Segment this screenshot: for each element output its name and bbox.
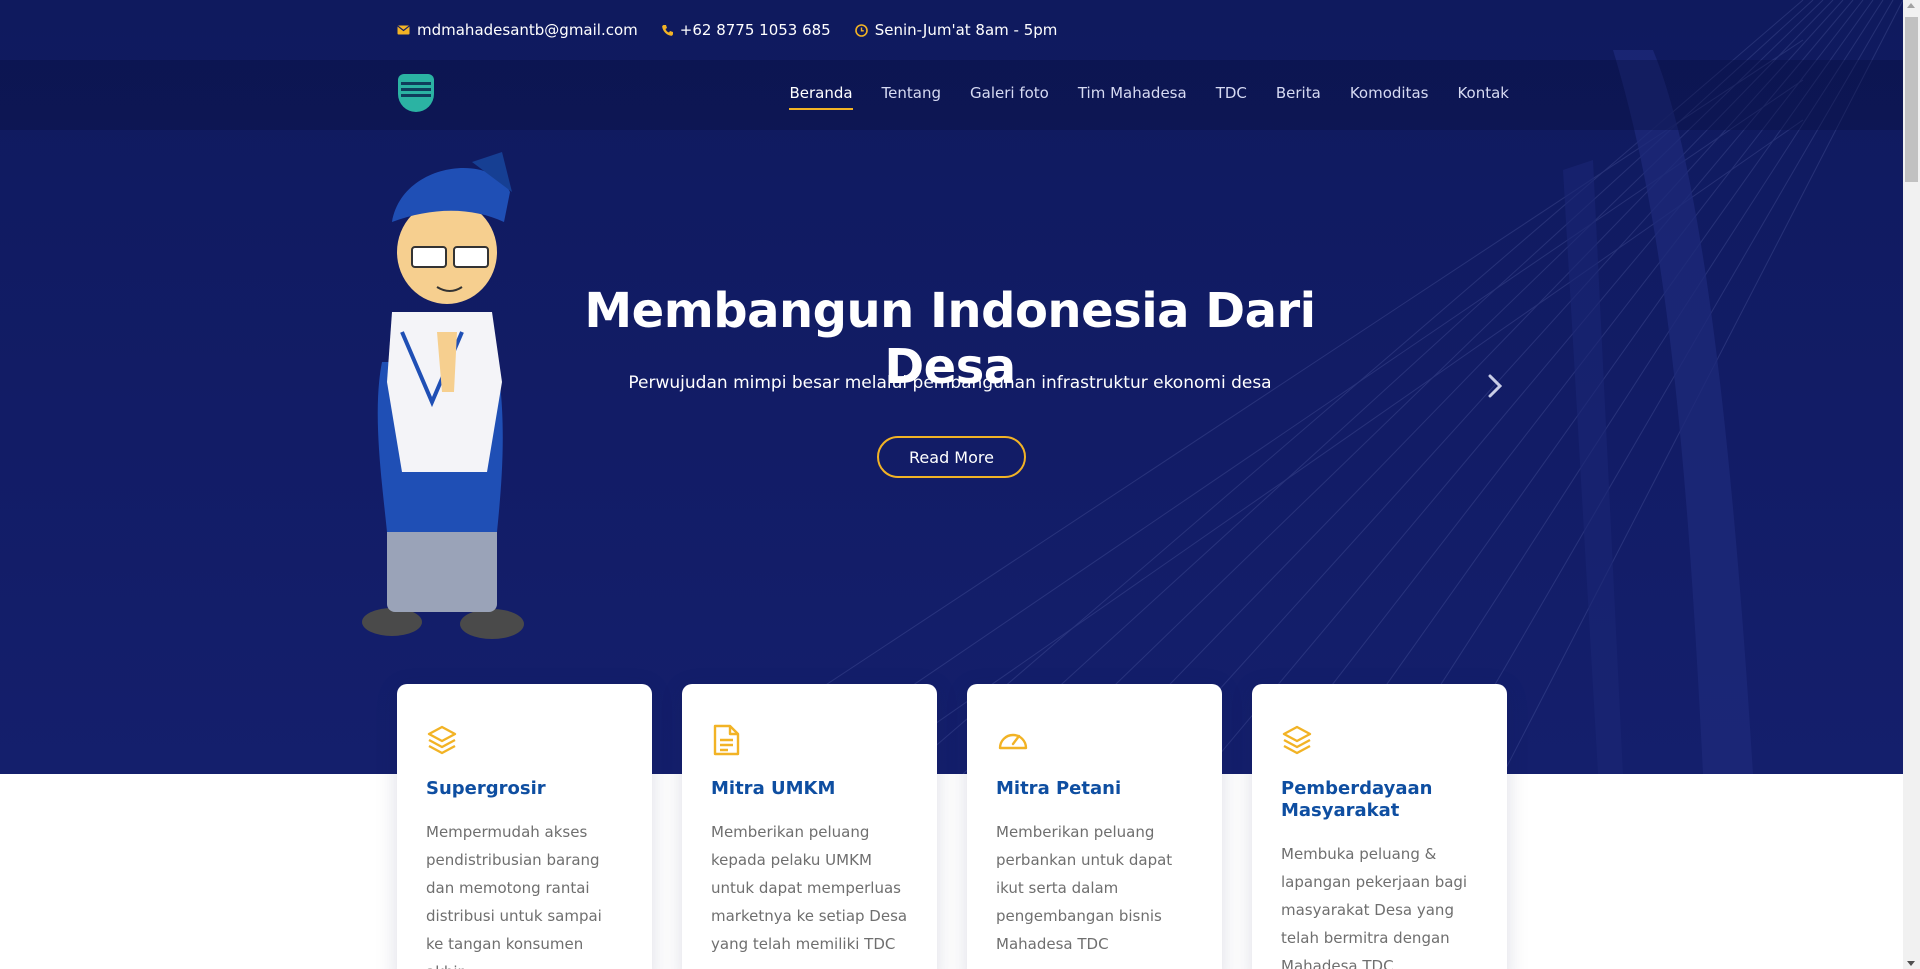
main-navbar: Beranda Tentang Galeri foto Tim Mahadesa… bbox=[0, 60, 1903, 130]
contact-email-text: mdmahadesantb@gmail.com bbox=[417, 21, 638, 39]
chevron-right-icon bbox=[1488, 374, 1502, 398]
contact-phone[interactable]: +62 8775 1053 685 bbox=[661, 21, 831, 39]
phone-icon bbox=[661, 24, 673, 36]
scroll-down-arrow-icon[interactable] bbox=[1907, 961, 1915, 966]
scroll-thumb[interactable] bbox=[1905, 17, 1918, 182]
logo-stripe bbox=[401, 94, 431, 97]
nav-item-komoditas[interactable]: Komoditas bbox=[1350, 84, 1429, 110]
carousel-next-button[interactable] bbox=[1480, 368, 1510, 404]
document-icon bbox=[711, 724, 908, 760]
feature-card-mitra-umkm[interactable]: Mitra UMKM Memberikan peluang kepada pel… bbox=[682, 684, 937, 969]
page-scrollbar[interactable] bbox=[1903, 0, 1920, 969]
nav-item-galeri-foto[interactable]: Galeri foto bbox=[970, 84, 1049, 110]
bridge-pylon-graphic bbox=[1563, 50, 1753, 774]
clock-icon bbox=[854, 23, 868, 37]
nav-item-berita[interactable]: Berita bbox=[1276, 84, 1321, 110]
nav-item-beranda[interactable]: Beranda bbox=[789, 84, 853, 110]
layers-icon bbox=[426, 724, 623, 760]
card-title: Supergrosir bbox=[426, 778, 546, 799]
feature-card-pemberdayaan-masyarakat[interactable]: Pemberdayaan Masyarakat Membuka peluang … bbox=[1252, 684, 1507, 969]
card-title: Mitra Petani bbox=[996, 778, 1122, 799]
site-logo[interactable] bbox=[398, 74, 434, 112]
logo-stripe bbox=[401, 88, 431, 91]
scroll-up-arrow-icon[interactable] bbox=[1907, 3, 1915, 8]
nav-item-tentang[interactable]: Tentang bbox=[882, 84, 941, 110]
logo-stripe bbox=[401, 82, 431, 85]
feature-card-mitra-petani[interactable]: Mitra Petani Memberikan peluang perbanka… bbox=[967, 684, 1222, 969]
feature-card-supergrosir[interactable]: Supergrosir Mempermudah akses pendistrib… bbox=[397, 684, 652, 969]
main-menu: Beranda Tentang Galeri foto Tim Mahadesa… bbox=[789, 84, 1509, 110]
nav-item-kontak[interactable]: Kontak bbox=[1457, 84, 1509, 110]
nav-item-tim-mahadesa[interactable]: Tim Mahadesa bbox=[1078, 84, 1187, 110]
nav-item-tdc[interactable]: TDC bbox=[1216, 84, 1247, 110]
card-text: Membuka peluang & lapangan pekerjaan bag… bbox=[1281, 845, 1468, 969]
mascot-illustration bbox=[362, 152, 524, 639]
card-text: Mempermudah akses pendistribusian barang… bbox=[426, 823, 602, 969]
envelope-icon bbox=[397, 25, 410, 35]
card-title: Mitra UMKM bbox=[711, 778, 836, 799]
feature-cards: Supergrosir Mempermudah akses pendistrib… bbox=[397, 684, 1507, 969]
card-text: Memberikan peluang perbankan untuk dapat… bbox=[996, 823, 1173, 953]
office-hours-text: Senin-Jum'at 8am - 5pm bbox=[874, 21, 1058, 39]
layers-icon bbox=[1281, 724, 1478, 760]
read-more-button[interactable]: Read More bbox=[877, 436, 1026, 478]
speedometer-icon bbox=[996, 724, 1193, 760]
office-hours: Senin-Jum'at 8am - 5pm bbox=[854, 21, 1058, 39]
top-contact-bar: mdmahadesantb@gmail.com +62 8775 1053 68… bbox=[397, 0, 1057, 60]
card-title: Pemberdayaan Masyarakat bbox=[1281, 778, 1433, 821]
hero-subtitle: Perwujudan mimpi besar melalui pembangun… bbox=[628, 373, 1272, 393]
card-text: Memberikan peluang kepada pelaku UMKM un… bbox=[711, 823, 908, 953]
contact-email[interactable]: mdmahadesantb@gmail.com bbox=[397, 21, 638, 39]
contact-phone-text: +62 8775 1053 685 bbox=[679, 21, 831, 39]
